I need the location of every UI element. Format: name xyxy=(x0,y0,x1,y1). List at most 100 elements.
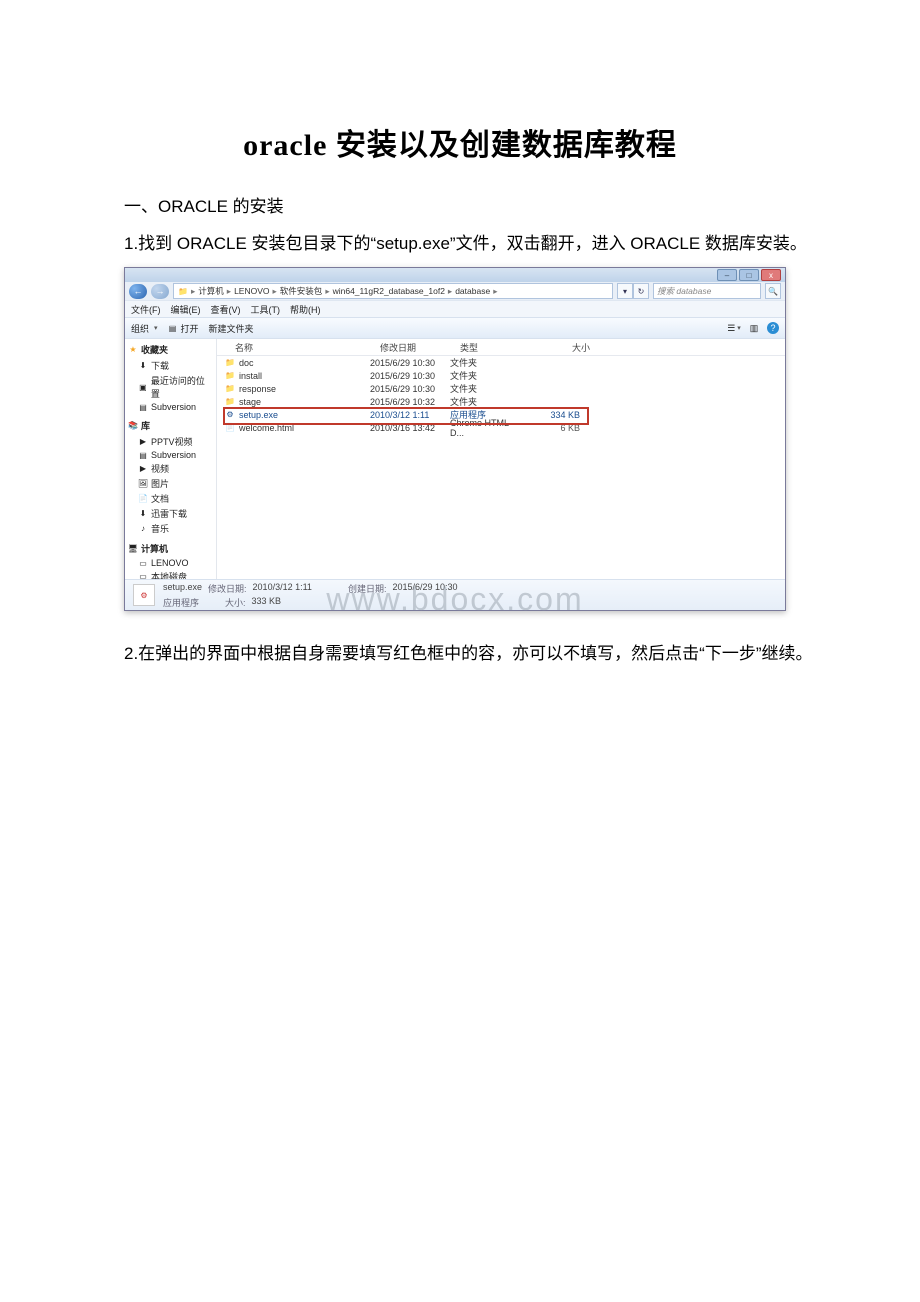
sidebar-item-label: LENOVO xyxy=(151,558,189,568)
menu-edit[interactable]: 编辑(E) xyxy=(171,303,201,316)
column-name[interactable]: 名称 xyxy=(217,341,380,354)
file-row[interactable]: 📄welcome.html2010/3/16 13:42Chrome HTML … xyxy=(217,421,785,434)
sidebar-item-label: 文档 xyxy=(151,492,169,505)
sidebar-item-label: Subversion xyxy=(151,402,196,412)
file-list-pane: 名称 修改日期 类型 大小 📁doc2015/6/29 10:30文件夹 📁 ins… xyxy=(217,339,785,579)
sidebar-item-label: 最近访问的位置 xyxy=(151,374,213,400)
sidebar-favorites-head[interactable]: ★ 收藏夹 xyxy=(128,343,213,356)
file-type: 文件夹 xyxy=(450,356,525,369)
refresh-button[interactable]: ↻ xyxy=(633,283,649,299)
sidebar-item-svn2[interactable]: ▤Subversion xyxy=(128,449,213,461)
sidebar-item-pictures[interactable]: 🖼图片 xyxy=(128,476,213,491)
watermark: www.bdocx.com xyxy=(80,581,830,621)
preview-pane-button[interactable]: ▥ xyxy=(747,321,761,335)
breadcrumb-sep: ▸ xyxy=(325,286,329,297)
sidebar-item-music[interactable]: ♪音乐 xyxy=(128,521,213,536)
new-folder-button[interactable]: 新建文件夹 xyxy=(209,322,254,335)
file-row[interactable]: 📁doc2015/6/29 10:30文件夹 xyxy=(217,356,785,369)
toolbar: 组织 ▤ 打开 新建文件夹 ☰ ▥ ? xyxy=(125,317,785,339)
file-name: welcome.html xyxy=(239,423,294,433)
star-icon: ★ xyxy=(128,345,138,355)
breadcrumb-sep: ▸ xyxy=(273,286,277,297)
svn-icon: ▤ xyxy=(138,450,148,460)
file-row[interactable]: 📁stage2015/6/29 10:32文件夹 xyxy=(217,395,785,408)
column-type[interactable]: 类型 xyxy=(460,341,535,354)
file-list: 📁doc2015/6/29 10:30文件夹 📁 install 2015/6/29 … xyxy=(217,356,785,434)
sidebar-item-lenovo[interactable]: ▭LENOVO xyxy=(128,557,213,569)
explorer-body: ★ 收藏夹 ⬇下载 ▣最近访问的位置 ▤Subversion 📚 库 ▶PPTV… xyxy=(125,339,785,579)
sidebar-computer-label: 计算机 xyxy=(141,542,168,555)
maximize-button[interactable]: □ xyxy=(739,269,759,281)
section-heading: 一、ORACLE 的安装 xyxy=(90,192,830,223)
sidebar-item-pptv[interactable]: ▶PPTV视频 xyxy=(128,434,213,449)
sidebar-item-label: 迅雷下载 xyxy=(151,507,187,520)
breadcrumb-sep: ▸ xyxy=(191,286,195,297)
breadcrumb-item[interactable]: database xyxy=(455,286,490,296)
breadcrumb-item[interactable]: LENOVO xyxy=(234,286,269,296)
file-size: 334 KB xyxy=(525,410,586,420)
sidebar-libraries-head[interactable]: 📚 库 xyxy=(128,419,213,432)
search-icon[interactable]: 🔍 xyxy=(765,283,781,299)
file-type: 文件夹 xyxy=(450,382,525,395)
file-size: 6 KB xyxy=(525,423,586,433)
sidebar-item-videos[interactable]: ▶视频 xyxy=(128,461,213,476)
file-row[interactable]: 📁response2015/6/29 10:30文件夹 xyxy=(217,382,785,395)
breadcrumb-item[interactable]: 计算机 xyxy=(198,285,224,297)
menu-file[interactable]: 文件(F) xyxy=(131,303,161,316)
video-icon: ▶ xyxy=(138,464,148,474)
minimize-button[interactable]: – xyxy=(717,269,737,281)
file-name: setup.exe xyxy=(239,410,278,420)
menu-tools[interactable]: 工具(T) xyxy=(251,303,281,316)
file-date: 2010/3/16 13:42 xyxy=(370,423,450,433)
menubar: 文件(F) 编辑(E) 查看(V) 工具(T) 帮助(H) xyxy=(125,300,785,317)
explorer-window: – □ x ← → 📁 ▸ 计算机 ▸ LENOVO ▸ 软件安装包 ▸ xyxy=(124,267,786,611)
file-type: Chrome HTML D... xyxy=(450,418,525,438)
download-icon: ⬇ xyxy=(138,509,148,519)
file-row[interactable]: 📁install2015/6/29 10:30文件夹 xyxy=(217,369,785,382)
sidebar-item-documents[interactable]: 📄文档 xyxy=(128,491,213,506)
file-icon: 📁 xyxy=(225,384,235,394)
menu-view[interactable]: 查看(V) xyxy=(211,303,241,316)
svn-icon: ▤ xyxy=(138,402,148,412)
file-name: stage xyxy=(239,397,261,407)
column-size[interactable]: 大小 xyxy=(535,341,596,354)
page-title: oracle 安装以及创建数据库教程 xyxy=(90,120,830,164)
breadcrumb[interactable]: 📁 ▸ 计算机 ▸ LENOVO ▸ 软件安装包 ▸ win64_11gR2_d… xyxy=(173,283,613,299)
forward-button[interactable]: → xyxy=(151,284,169,299)
file-name: install xyxy=(239,371,262,381)
view-mode-button[interactable]: ☰ xyxy=(727,321,741,335)
breadcrumb-item[interactable]: win64_11gR2_database_1of2 xyxy=(333,286,445,296)
file-icon: 📁 xyxy=(225,371,235,381)
column-header-row: 名称 修改日期 类型 大小 xyxy=(217,339,785,356)
search-input[interactable]: 搜索 database xyxy=(653,283,761,299)
breadcrumb-sep: ▸ xyxy=(227,286,231,297)
file-date: 2015/6/29 10:30 xyxy=(370,371,450,381)
sidebar-item-recent[interactable]: ▣最近访问的位置 xyxy=(128,373,213,401)
address-dropdown[interactable]: ▾ xyxy=(617,283,633,299)
drive-icon: ▭ xyxy=(138,558,148,568)
file-type: 文件夹 xyxy=(450,395,525,408)
breadcrumb-item[interactable]: 软件安装包 xyxy=(280,285,323,297)
drive-icon: ▭ xyxy=(138,572,148,580)
close-button[interactable]: x xyxy=(761,269,781,281)
sidebar-item-label: 本地磁盘 xyxy=(151,570,187,579)
recent-icon: ▣ xyxy=(138,382,148,392)
column-date[interactable]: 修改日期 xyxy=(380,341,460,354)
video-icon: ▶ xyxy=(138,437,148,447)
libraries-icon: 📚 xyxy=(128,421,138,431)
sidebar-item-label: 音乐 xyxy=(151,522,169,535)
menu-help[interactable]: 帮助(H) xyxy=(290,303,321,316)
back-button[interactable]: ← xyxy=(129,284,147,299)
sidebar-item-localdisk[interactable]: ▭本地磁盘 xyxy=(128,569,213,579)
sidebar-item-subversion[interactable]: ▤Subversion xyxy=(128,401,213,413)
open-label: 打开 xyxy=(181,322,199,335)
titlebar: – □ x xyxy=(125,268,785,282)
sidebar-item-xunlei[interactable]: ⬇迅雷下载 xyxy=(128,506,213,521)
help-button[interactable]: ? xyxy=(767,322,779,334)
sidebar-computer-head[interactable]: 🖥 计算机 xyxy=(128,542,213,555)
music-icon: ♪ xyxy=(138,524,148,534)
organize-button[interactable]: 组织 xyxy=(131,322,158,335)
picture-icon: 🖼 xyxy=(138,479,148,489)
sidebar-item-downloads[interactable]: ⬇下载 xyxy=(128,358,213,373)
open-button[interactable]: ▤ 打开 xyxy=(168,322,199,335)
